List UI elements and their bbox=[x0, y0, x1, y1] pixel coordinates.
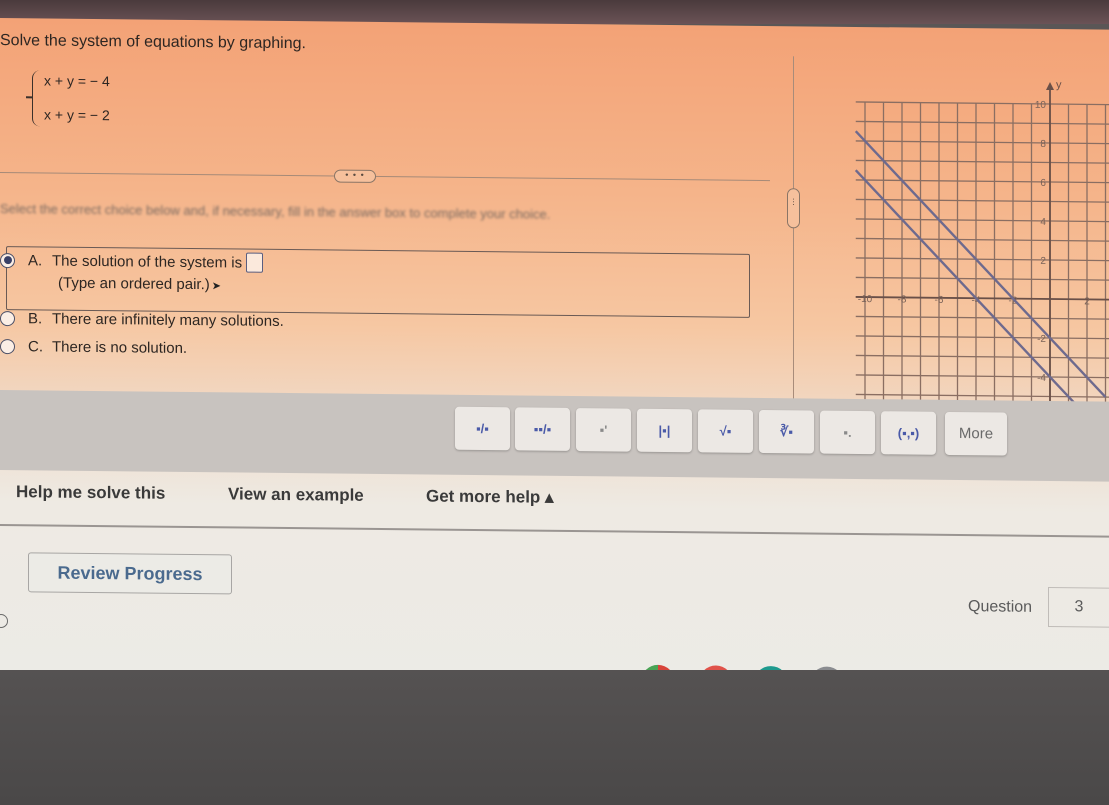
grid-line-horizontal bbox=[855, 159, 1109, 164]
math-toolbar: ▪/▪ ▪▪/▪ ▪' |▪| √▪ ∛▪ ▪. (▪,▪) More bbox=[0, 390, 1109, 482]
x-tick-label: -6 bbox=[935, 295, 944, 306]
grid-line-horizontal bbox=[855, 198, 1109, 203]
grid-line-horizontal bbox=[855, 276, 1109, 281]
y-tick-label: 6 bbox=[1040, 178, 1046, 189]
equation-2: x + y = − 2 bbox=[44, 106, 110, 124]
brace-icon bbox=[32, 70, 42, 127]
launcher-icon[interactable] bbox=[0, 613, 8, 629]
answer-input[interactable] bbox=[246, 252, 264, 273]
grid-line-horizontal bbox=[855, 315, 1109, 320]
x-tick-label: -8 bbox=[898, 294, 907, 305]
decimal-button[interactable]: ▪. bbox=[820, 410, 875, 455]
grid-line-horizontal bbox=[855, 218, 1109, 223]
absolute-value-button[interactable]: |▪| bbox=[637, 408, 692, 453]
grid-line-horizontal bbox=[855, 120, 1109, 125]
view-example-link[interactable]: View an example bbox=[228, 484, 364, 505]
instruction-text: Select the correct choice below and, if … bbox=[0, 201, 551, 222]
y-tick-label: 2 bbox=[1040, 256, 1046, 267]
y-tick-label: -2 bbox=[1037, 334, 1046, 345]
nth-root-button[interactable]: ∛▪ bbox=[759, 409, 814, 454]
square-root-button[interactable]: √▪ bbox=[698, 409, 753, 453]
x-tick-label: 2 bbox=[1084, 296, 1090, 307]
choice-b-letter: B. bbox=[28, 310, 43, 328]
ordered-pair-icon: (▪,▪) bbox=[897, 425, 920, 441]
choice-b[interactable]: B. There are infinitely many solutions. bbox=[0, 310, 284, 330]
choice-a-hint-text: (Type an ordered pair.) bbox=[58, 274, 210, 294]
radio-a[interactable] bbox=[0, 252, 15, 268]
get-more-help-link[interactable]: Get more help ▴ bbox=[426, 486, 554, 507]
y-tick-label: -4 bbox=[1037, 373, 1046, 384]
section-divider bbox=[0, 172, 770, 182]
choice-a-text: The solution of the system is bbox=[52, 252, 243, 272]
graph-svg: y-10-8-6-4-22108642-2-4-6 bbox=[854, 79, 1109, 437]
decimal-icon: ▪. bbox=[843, 424, 852, 440]
review-progress-button[interactable]: Review Progress bbox=[28, 552, 232, 595]
choice-a-hint: (Type an ordered pair.) ➤ bbox=[58, 275, 221, 294]
choice-b-text: There are infinitely many solutions. bbox=[52, 310, 284, 330]
question-title: Solve the system of equations by graphin… bbox=[0, 32, 306, 53]
equation-system: x + y = − 4 x + y = − 2 bbox=[32, 68, 192, 132]
ordered-pair-button[interactable]: (▪,▪) bbox=[881, 411, 936, 455]
grid-line-horizontal bbox=[855, 393, 1109, 398]
square-root-icon: √▪ bbox=[719, 423, 732, 439]
choice-c[interactable]: C. There is no solution. bbox=[0, 338, 188, 357]
help-me-solve-link[interactable]: Help me solve this bbox=[16, 482, 165, 504]
grid-line-horizontal bbox=[855, 354, 1109, 359]
expand-handle[interactable]: • • • bbox=[334, 169, 376, 183]
choice-a-letter: A. bbox=[28, 251, 43, 269]
choice-c-text: There is no solution. bbox=[52, 338, 188, 357]
equation-1: x + y = − 4 bbox=[44, 72, 110, 90]
screen: Solve the system of equations by graphin… bbox=[0, 18, 1109, 702]
exponent-button[interactable]: ▪' bbox=[576, 408, 631, 452]
panel-resize-handle[interactable]: ⋮ bbox=[787, 188, 800, 229]
y-tick-label: 8 bbox=[1040, 139, 1046, 150]
fraction-button[interactable]: ▪/▪ bbox=[455, 406, 510, 451]
more-button[interactable]: More bbox=[945, 411, 1007, 456]
panel-divider bbox=[793, 56, 794, 417]
y-tick-label: 4 bbox=[1040, 217, 1046, 228]
y-tick-label: 10 bbox=[1035, 100, 1047, 111]
nth-root-icon: ∛▪ bbox=[780, 423, 793, 439]
grid-line-horizontal bbox=[855, 335, 1109, 340]
mixed-number-button[interactable]: ▪▪/▪ bbox=[515, 407, 570, 451]
choice-a[interactable]: A. The solution of the system is bbox=[0, 250, 264, 273]
desk-surface bbox=[0, 670, 1109, 805]
radio-c[interactable] bbox=[0, 339, 15, 355]
fraction-icon: ▪/▪ bbox=[476, 420, 489, 437]
y-axis-arrow-icon bbox=[1046, 81, 1054, 91]
radio-b[interactable] bbox=[0, 311, 15, 327]
coordinate-graph: y-10-8-6-4-22108642-2-4-6 bbox=[830, 55, 1109, 437]
question-label: Question bbox=[968, 598, 1033, 616]
grid-line-horizontal bbox=[855, 179, 1109, 184]
x-tick-label: -10 bbox=[858, 294, 873, 305]
y-axis-label: y bbox=[1056, 79, 1062, 91]
mouse-cursor-icon: ➤ bbox=[211, 280, 221, 293]
absolute-value-icon: |▪| bbox=[658, 422, 671, 439]
grid-line-horizontal bbox=[855, 257, 1109, 262]
mixed-number-icon: ▪▪/▪ bbox=[533, 421, 552, 437]
choice-c-letter: C. bbox=[28, 338, 43, 356]
exponent-icon: ▪' bbox=[599, 422, 608, 438]
question-number-input[interactable]: 3 bbox=[1048, 586, 1109, 628]
grid-line-horizontal bbox=[855, 374, 1109, 379]
grid-line-horizontal bbox=[855, 237, 1109, 242]
grid-line-horizontal bbox=[855, 101, 1109, 106]
x-axis bbox=[855, 296, 1109, 301]
grid-line-horizontal bbox=[855, 140, 1109, 145]
